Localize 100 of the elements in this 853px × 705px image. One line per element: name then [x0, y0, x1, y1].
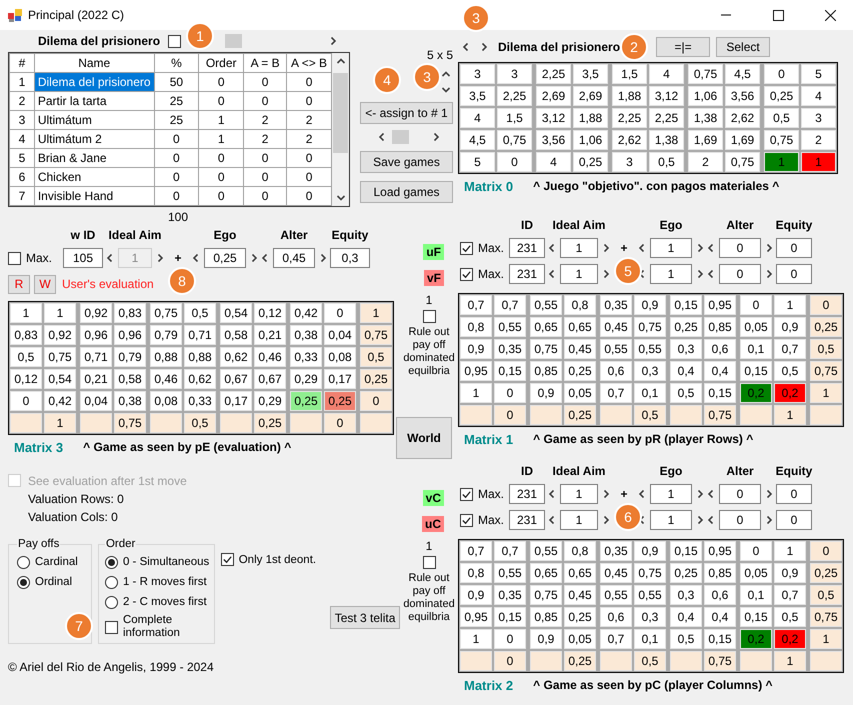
chevron-left-icon[interactable]: [106, 253, 114, 263]
number-field[interactable]: 0,45: [273, 248, 315, 268]
number-field[interactable]: 1: [650, 238, 692, 258]
number-field[interactable]: 1: [650, 264, 692, 284]
table-cell[interactable]: 0: [154, 168, 199, 186]
number-field[interactable]: 0,25: [204, 248, 246, 268]
table-cell[interactable]: 0: [244, 148, 287, 168]
chevron-left-icon[interactable]: [638, 489, 646, 499]
toolbar-button[interactable]: =|=: [656, 37, 710, 57]
chevron-left-icon[interactable]: [707, 269, 715, 279]
scroll-thumb[interactable]: [333, 73, 348, 153]
radio-button[interactable]: [17, 556, 30, 568]
checkbox[interactable]: [460, 514, 473, 526]
chevron-right-icon[interactable]: [319, 253, 327, 263]
chevron-down-icon[interactable]: [441, 86, 451, 94]
number-field[interactable]: 0: [776, 264, 812, 284]
number-field[interactable]: 0: [719, 264, 761, 284]
chevron-up-icon[interactable]: [336, 57, 346, 65]
number-field[interactable]: 0: [719, 238, 761, 258]
table-cell[interactable]: 4: [10, 130, 34, 148]
id-field[interactable]: 231: [509, 264, 545, 284]
table-cell[interactable]: 2: [244, 130, 287, 148]
number-field[interactable]: 0: [719, 484, 761, 504]
checkbox[interactable]: [422, 556, 436, 569]
number-field[interactable]: 0: [776, 510, 812, 530]
scroll-thumb[interactable]: [225, 34, 242, 48]
chevron-right-icon[interactable]: [602, 515, 610, 525]
world-button[interactable]: World: [396, 417, 452, 459]
table-cell[interactable]: 6: [10, 168, 34, 186]
number-field[interactable]: 1: [560, 264, 598, 284]
chevron-left-icon[interactable]: [192, 253, 200, 263]
table-cell[interactable]: Ultimátum: [34, 110, 154, 130]
table-cell[interactable]: 1: [198, 130, 244, 148]
chevron-right-icon[interactable]: [432, 132, 440, 142]
number-field[interactable]: 1: [560, 510, 598, 530]
chevron-right-icon[interactable]: [602, 489, 610, 499]
assign-button[interactable]: <- assign to # 1: [360, 102, 453, 124]
chevron-right-icon[interactable]: [329, 36, 338, 46]
checkbox[interactable]: [460, 488, 473, 500]
chevron-left-icon[interactable]: [707, 243, 715, 253]
table-cell[interactable]: 2: [10, 92, 34, 110]
radio-button[interactable]: [104, 556, 118, 568]
save-button[interactable]: Save games: [360, 151, 453, 173]
chevron-right-icon[interactable]: [696, 243, 704, 253]
number-field[interactable]: 0,3: [330, 248, 370, 268]
checkbox[interactable]: [460, 268, 473, 280]
table-cell[interactable]: 7: [10, 186, 34, 206]
table-cell[interactable]: Invisible Hand: [34, 186, 154, 206]
chevron-right-icon[interactable]: [696, 269, 704, 279]
table-cell[interactable]: 0: [198, 92, 244, 110]
table-cell[interactable]: 0: [198, 148, 244, 168]
number-field[interactable]: 1: [650, 484, 692, 504]
chevron-left-icon[interactable]: [707, 515, 715, 525]
horizontal-scrollbar[interactable]: [378, 129, 440, 145]
number-field[interactable]: 1: [560, 484, 598, 504]
column-header[interactable]: A = B: [244, 54, 287, 72]
column-header[interactable]: Name: [34, 54, 154, 72]
number-field[interactable]: 0: [776, 484, 812, 504]
chevron-left-icon[interactable]: [462, 42, 470, 52]
vertical-scrollbar[interactable]: [332, 53, 349, 206]
table-cell[interactable]: 0: [154, 186, 199, 206]
table-cell[interactable]: 25: [154, 92, 199, 110]
table-cell[interactable]: 0: [244, 72, 287, 92]
checkbox[interactable]: [460, 242, 473, 254]
chevron-right-icon[interactable]: [250, 253, 258, 263]
chevron-right-icon[interactable]: [602, 269, 610, 279]
chevron-left-icon[interactable]: [548, 243, 556, 253]
chevron-right-icon[interactable]: [696, 515, 704, 525]
number-field[interactable]: 1: [560, 238, 598, 258]
chevron-right-icon[interactable]: [602, 243, 610, 253]
table-cell[interactable]: Brian & Jane: [34, 148, 154, 168]
column-header[interactable]: %: [154, 54, 199, 72]
number-field[interactable]: 0: [776, 238, 812, 258]
column-header[interactable]: #: [10, 54, 34, 72]
checkbox[interactable]: [104, 620, 118, 634]
table-cell[interactable]: 0: [154, 148, 199, 168]
chevron-right-icon[interactable]: [156, 253, 164, 263]
id-field[interactable]: 105: [63, 248, 103, 268]
table-cell[interactable]: 0: [154, 130, 199, 148]
chevron-left-icon[interactable]: [548, 515, 556, 525]
column-header[interactable]: A <> B: [286, 54, 332, 72]
number-field[interactable]: 0: [719, 510, 761, 530]
table-cell[interactable]: 1: [198, 110, 244, 130]
radio-button[interactable]: [104, 596, 118, 608]
table-cell[interactable]: Dilema del prisionero: [34, 72, 154, 92]
load-button[interactable]: Load games: [360, 181, 453, 203]
column-header[interactable]: Order: [198, 54, 244, 72]
checkbox[interactable]: [8, 252, 21, 264]
id-field[interactable]: 231: [509, 484, 545, 504]
chevron-right-icon[interactable]: [480, 42, 488, 52]
table-cell[interactable]: 2: [244, 110, 287, 130]
checkbox[interactable]: [168, 34, 182, 48]
table-cell[interactable]: 0: [198, 186, 244, 206]
chevron-right-icon[interactable]: [765, 489, 773, 499]
table-cell[interactable]: 0: [244, 186, 287, 206]
radio-button[interactable]: [104, 576, 118, 588]
table-cell[interactable]: 50: [154, 72, 199, 92]
table-cell[interactable]: Chicken: [34, 168, 154, 186]
table-cell[interactable]: 25: [154, 110, 199, 130]
chevron-right-icon[interactable]: [765, 269, 773, 279]
